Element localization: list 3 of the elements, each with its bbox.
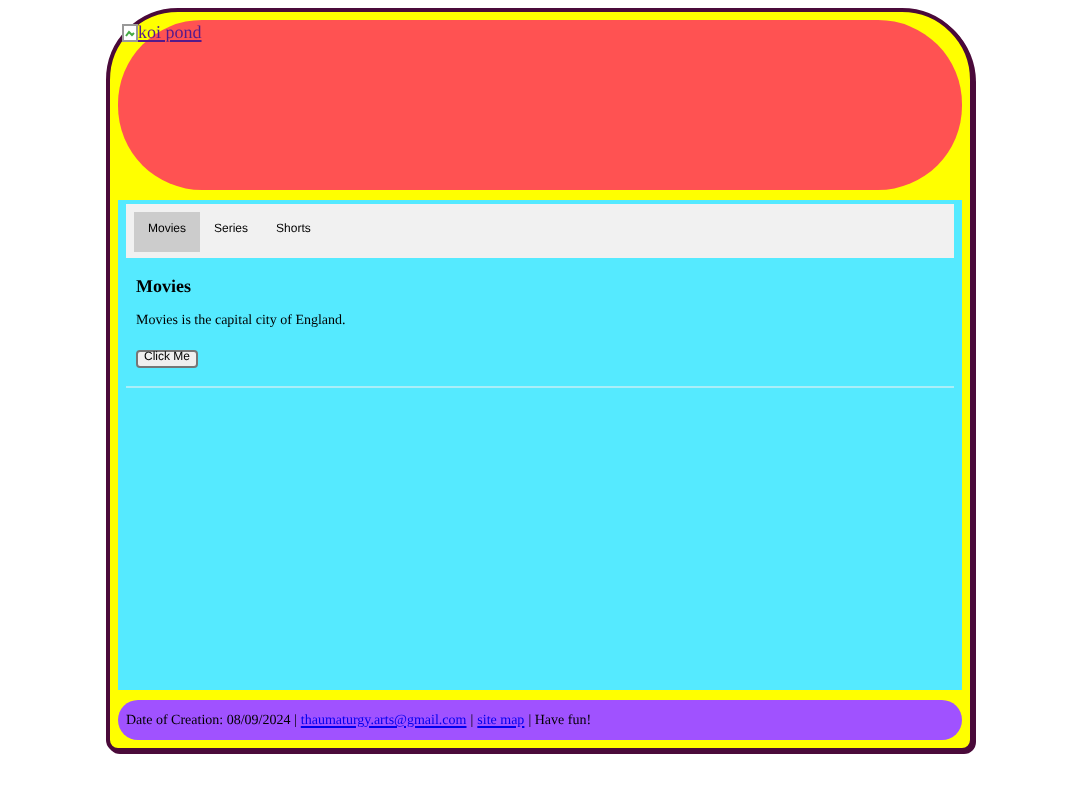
broken-image-link[interactable]: koi pond xyxy=(122,24,202,42)
broken-image-icon xyxy=(122,24,138,42)
content-heading: Movies xyxy=(136,278,193,296)
